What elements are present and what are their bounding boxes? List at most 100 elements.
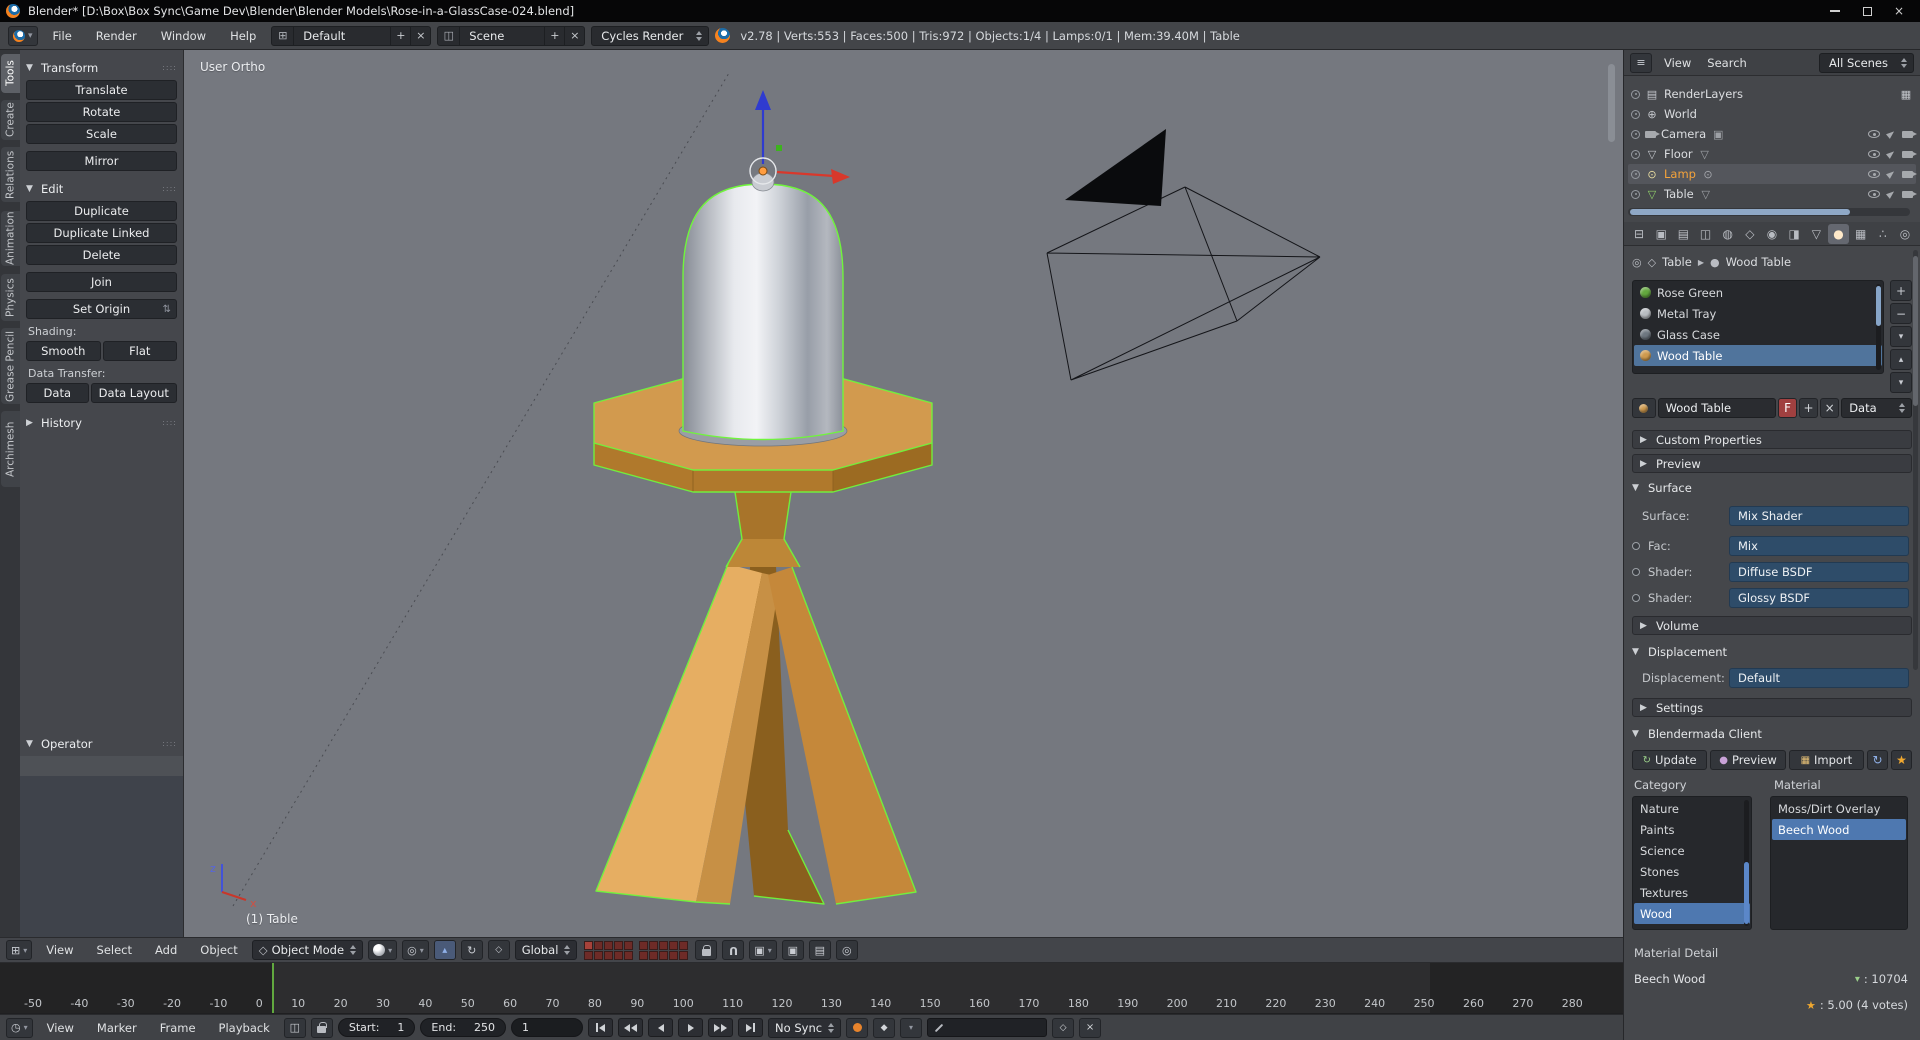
keyframe-insert-button[interactable]: ◆ [873, 1017, 896, 1038]
active-keying-set-field[interactable] [927, 1018, 1048, 1037]
bm-refresh-button[interactable]: ↻ [1867, 750, 1888, 770]
material-slot-wood-table[interactable]: Wood Table [1634, 345, 1882, 366]
layer-tile[interactable] [594, 950, 604, 960]
renderability-icon[interactable] [1902, 170, 1917, 178]
category-wood[interactable]: Wood [1634, 903, 1750, 924]
start-frame-field[interactable]: Start: 1 [337, 1018, 416, 1037]
tl-menu-playback[interactable]: Playback [210, 1019, 279, 1037]
viewport-scrollbar[interactable] [1608, 64, 1615, 142]
expander-icon[interactable] [1631, 129, 1640, 139]
menu-help[interactable]: Help [221, 27, 265, 45]
tab-object[interactable]: ◇ [1740, 224, 1760, 244]
vp-menu-select[interactable]: Select [88, 941, 141, 959]
selectability-icon[interactable] [1886, 149, 1896, 159]
history-panel-header[interactable]: ▶ History :::: [26, 413, 177, 432]
manipulator-rotate-toggle[interactable]: ↻ [460, 940, 483, 960]
render-engine-dropdown[interactable]: Cycles Render [591, 25, 710, 46]
maximize-button[interactable] [1852, 2, 1882, 20]
pivot-point-dropdown[interactable]: ◎ ▾ [402, 940, 429, 960]
layer-tile[interactable] [649, 940, 659, 950]
layer-grid-2[interactable] [639, 940, 689, 960]
shader1-dropdown[interactable]: Diffuse BSDF [1729, 562, 1909, 582]
tab-material[interactable]: ● [1828, 223, 1849, 244]
editor-type-button[interactable]: ⊞ ▾ [6, 940, 33, 960]
blendermada-panel-header[interactable]: ▼ Blendermada Client [1632, 724, 1912, 743]
table-stem[interactable] [735, 492, 791, 539]
new-material-button[interactable]: + [1799, 398, 1819, 418]
snap-toggle[interactable]: U [722, 940, 745, 960]
transform-orientation-dropdown[interactable]: Global [514, 940, 578, 960]
keying-set-dropdown[interactable]: ▾ [900, 1017, 923, 1038]
volume-panel-header[interactable]: ▶ Volume [1632, 616, 1912, 635]
render-opengl-button[interactable]: ▣ [781, 940, 804, 960]
tab-render-layers[interactable]: ▤ [1673, 224, 1693, 244]
tl-menu-frame[interactable]: Frame [151, 1019, 205, 1037]
viewport-canvas[interactable]: z x [184, 50, 1623, 937]
layout-name-field[interactable]: Default [294, 29, 390, 43]
slot-specials-dropdown[interactable]: ▾ [1890, 326, 1912, 347]
editor-type-button[interactable]: ≡ [1630, 52, 1652, 73]
shader2-dropdown[interactable]: Glossy BSDF [1729, 588, 1909, 608]
visibility-icon[interactable] [1868, 170, 1880, 178]
visibility-icon[interactable] [1868, 190, 1880, 198]
outliner-item-floor[interactable]: ▽ Floor ▽ [1628, 144, 1917, 164]
duplicate-linked-button[interactable]: Duplicate Linked [26, 223, 177, 243]
tab-particles[interactable]: ∴ [1873, 224, 1893, 244]
operator-panel-header[interactable]: ▼ Operator :::: [20, 734, 183, 753]
manipulator-y-handle[interactable] [776, 145, 782, 151]
renderability-icon[interactable] [1902, 150, 1917, 158]
glass-dome-object[interactable] [682, 172, 844, 441]
manipulator-x-axis[interactable] [776, 170, 835, 178]
visibility-icon[interactable] [1868, 150, 1880, 158]
material-slot-glass-case[interactable]: Glass Case [1634, 324, 1882, 345]
tab-object-data[interactable]: ▽ [1806, 224, 1826, 244]
bm-material-moss-dirt[interactable]: Moss/Dirt Overlay [1772, 798, 1906, 819]
bm-import-button[interactable]: ▦ Import [1788, 750, 1864, 770]
selectability-icon[interactable] [1886, 169, 1896, 179]
outliner-menu-search[interactable]: Search [1703, 54, 1751, 72]
pin-icon[interactable]: ◎ [1632, 256, 1642, 269]
delete-scene-button[interactable]: × [564, 26, 584, 45]
expander-icon[interactable] [1631, 149, 1640, 159]
tab-relations[interactable]: Relations [1, 147, 20, 202]
bm-material-beech-wood[interactable]: Beech Wood [1772, 819, 1906, 840]
menu-window[interactable]: Window [152, 27, 215, 45]
move-slot-down-button[interactable]: ▾ [1890, 372, 1912, 393]
menu-render[interactable]: Render [87, 27, 146, 45]
surface-shader-dropdown[interactable]: Mix Shader [1729, 506, 1909, 526]
tab-texture[interactable]: ▦ [1851, 224, 1871, 244]
selectability-icon[interactable] [1886, 189, 1896, 199]
displacement-panel-header[interactable]: ▼ Displacement [1632, 642, 1912, 661]
editor-type-button[interactable]: ▾ [8, 25, 38, 46]
layer-tile[interactable] [604, 950, 614, 960]
slots-scrollbar[interactable] [1876, 284, 1881, 370]
close-button[interactable]: × [1884, 2, 1914, 20]
outliner-item-world[interactable]: ⊕ World [1628, 104, 1916, 124]
category-textures[interactable]: Textures [1634, 882, 1750, 903]
move-slot-up-button[interactable]: ▴ [1890, 349, 1912, 370]
transform-panel-header[interactable]: ▼ Transform :::: [26, 58, 177, 77]
record-button[interactable] [846, 1017, 869, 1038]
outliner-scope-dropdown[interactable]: All Scenes [1819, 52, 1914, 73]
outliner-menu-view[interactable]: View [1660, 54, 1695, 72]
current-frame-field[interactable]: 1 [511, 1018, 584, 1037]
layer-tile[interactable] [659, 950, 669, 960]
material-name-field[interactable]: Wood Table [1657, 398, 1776, 418]
delete-layout-button[interactable]: × [410, 26, 430, 45]
data-button[interactable]: Data [26, 383, 89, 403]
manipulator-translate-toggle[interactable]: ▴ [433, 940, 456, 960]
tab-constraints[interactable]: ◉ [1762, 224, 1782, 244]
tab-create[interactable]: Create [1, 100, 20, 140]
menu-file[interactable]: File [44, 27, 81, 45]
av-sync-dropdown[interactable]: No Sync [768, 1017, 842, 1038]
layer-tile[interactable] [679, 950, 689, 960]
layer-tile[interactable] [604, 940, 614, 950]
layer-tile[interactable] [584, 950, 594, 960]
bm-preview-button[interactable]: ● Preview [1710, 750, 1786, 770]
properties-scrollbar[interactable] [1913, 250, 1918, 670]
remove-slot-button[interactable]: − [1890, 303, 1912, 324]
viewport-3d[interactable]: z x User Ortho (1) Table [184, 50, 1623, 937]
bm-update-button[interactable]: ↻ Update [1632, 750, 1708, 770]
minimize-button[interactable] [1820, 2, 1850, 20]
scale-button[interactable]: Scale [26, 124, 177, 144]
